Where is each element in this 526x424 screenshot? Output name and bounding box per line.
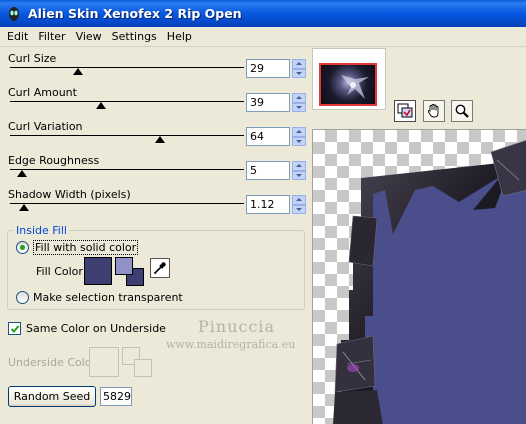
param-edge-roughness: Edge Roughness 5 bbox=[8, 154, 308, 184]
preview-image bbox=[333, 140, 526, 424]
shadow-width-label: Shadow Width (pixels) bbox=[8, 188, 131, 201]
controls-panel: Curl Size 29 Curl Amount 39 Curl Variati… bbox=[0, 48, 312, 424]
preview-canvas[interactable] bbox=[312, 129, 526, 424]
hand-icon[interactable] bbox=[423, 100, 445, 122]
curl-amount-input[interactable]: 39 bbox=[246, 93, 290, 112]
curl-variation-input[interactable]: 64 bbox=[246, 127, 290, 146]
spin-up-icon[interactable] bbox=[292, 161, 306, 171]
random-seed-button[interactable]: Random Seed bbox=[8, 386, 96, 407]
preview-panel bbox=[312, 48, 526, 424]
shadow-width-slider-thumb[interactable] bbox=[19, 204, 30, 211]
curl-variation-slider-thumb[interactable] bbox=[154, 136, 165, 143]
shadow-width-input[interactable]: 1.12 bbox=[246, 195, 290, 214]
underside-pair-swatch bbox=[122, 347, 154, 379]
menu-bar: Edit Filter View Settings Help bbox=[0, 27, 526, 47]
curl-variation-spinner[interactable] bbox=[292, 127, 306, 146]
window-title: Alien Skin Xenofex 2 Rip Open bbox=[28, 6, 242, 21]
inside-fill-title: Inside Fill bbox=[14, 224, 69, 237]
edge-roughness-slider[interactable] bbox=[10, 169, 244, 170]
spin-down-icon[interactable] bbox=[292, 136, 306, 146]
shadow-width-slider[interactable] bbox=[10, 203, 244, 204]
same-color-checkbox[interactable]: Same Color on Underside bbox=[8, 322, 166, 335]
fill-solid-label: Fill with solid color bbox=[33, 240, 139, 255]
light-swatch[interactable] bbox=[115, 257, 133, 275]
param-curl-variation: Curl Variation 64 bbox=[8, 120, 308, 150]
menu-view[interactable]: View bbox=[71, 30, 107, 43]
title-bar: Alien Skin Xenofex 2 Rip Open bbox=[0, 0, 526, 27]
thumbnail-image[interactable] bbox=[319, 63, 377, 106]
curl-amount-slider-thumb[interactable] bbox=[96, 102, 107, 109]
curl-size-input[interactable]: 29 bbox=[246, 59, 290, 78]
radio-fill-transparent[interactable]: Make selection transparent bbox=[16, 291, 183, 304]
zoom-icon[interactable] bbox=[451, 100, 473, 122]
menu-settings[interactable]: Settings bbox=[107, 30, 162, 43]
edge-roughness-spinner[interactable] bbox=[292, 161, 306, 180]
curl-size-spinner[interactable] bbox=[292, 59, 306, 78]
param-curl-amount: Curl Amount 39 bbox=[8, 86, 308, 116]
underside-color-swatch bbox=[89, 347, 119, 377]
shadow-width-spinner[interactable] bbox=[292, 195, 306, 214]
spin-down-icon[interactable] bbox=[292, 204, 306, 214]
menu-help[interactable]: Help bbox=[162, 30, 197, 43]
curl-amount-slider[interactable] bbox=[10, 101, 244, 102]
checkbox-icon[interactable] bbox=[8, 322, 21, 335]
edge-roughness-slider-thumb[interactable] bbox=[16, 170, 27, 177]
alien-skin-icon bbox=[9, 6, 19, 21]
spin-up-icon[interactable] bbox=[292, 59, 306, 69]
param-curl-size: Curl Size 29 bbox=[8, 52, 308, 82]
curl-variation-slider[interactable] bbox=[10, 135, 244, 136]
color-pair-swatch[interactable] bbox=[115, 257, 145, 287]
fill-color-label: Fill Color bbox=[36, 265, 83, 278]
radio-solid-icon[interactable] bbox=[16, 241, 29, 254]
spin-up-icon[interactable] bbox=[292, 127, 306, 137]
curl-size-slider[interactable] bbox=[10, 67, 244, 68]
spin-up-icon[interactable] bbox=[292, 93, 306, 103]
spin-up-icon[interactable] bbox=[292, 195, 306, 205]
edge-roughness-input[interactable]: 5 bbox=[246, 161, 290, 180]
watermark-url: www.maidiregrafica.eu bbox=[166, 338, 296, 351]
fill-transparent-label: Make selection transparent bbox=[33, 291, 183, 304]
param-shadow-width: Shadow Width (pixels) 1.12 bbox=[8, 188, 308, 218]
underside-color-label: Underside Color bbox=[8, 356, 97, 369]
menu-filter[interactable]: Filter bbox=[33, 30, 70, 43]
watermark-name: Pinuccia bbox=[198, 317, 276, 336]
curl-variation-label: Curl Variation bbox=[8, 120, 83, 133]
curl-size-slider-thumb[interactable] bbox=[72, 68, 83, 75]
spin-down-icon[interactable] bbox=[292, 102, 306, 112]
preview-toggle-icon[interactable] bbox=[394, 100, 416, 122]
spin-down-icon[interactable] bbox=[292, 170, 306, 180]
same-color-label: Same Color on Underside bbox=[26, 322, 166, 335]
edge-roughness-label: Edge Roughness bbox=[8, 154, 100, 167]
curl-amount-spinner[interactable] bbox=[292, 93, 306, 112]
underside-dark-swatch bbox=[134, 359, 152, 377]
random-seed-input[interactable]: 5829 bbox=[100, 387, 132, 406]
curl-size-label: Curl Size bbox=[8, 52, 57, 65]
eyedropper-icon[interactable] bbox=[150, 258, 170, 278]
inside-fill-group: Inside Fill Fill with solid color Fill C… bbox=[7, 224, 305, 310]
menu-edit[interactable]: Edit bbox=[2, 30, 33, 43]
navigator-thumbnail[interactable] bbox=[312, 48, 386, 110]
spin-down-icon[interactable] bbox=[292, 68, 306, 78]
radio-fill-solid[interactable]: Fill with solid color bbox=[16, 240, 139, 255]
curl-amount-label: Curl Amount bbox=[8, 86, 77, 99]
radio-transparent-icon[interactable] bbox=[16, 291, 29, 304]
fill-color-swatch[interactable] bbox=[84, 257, 112, 285]
